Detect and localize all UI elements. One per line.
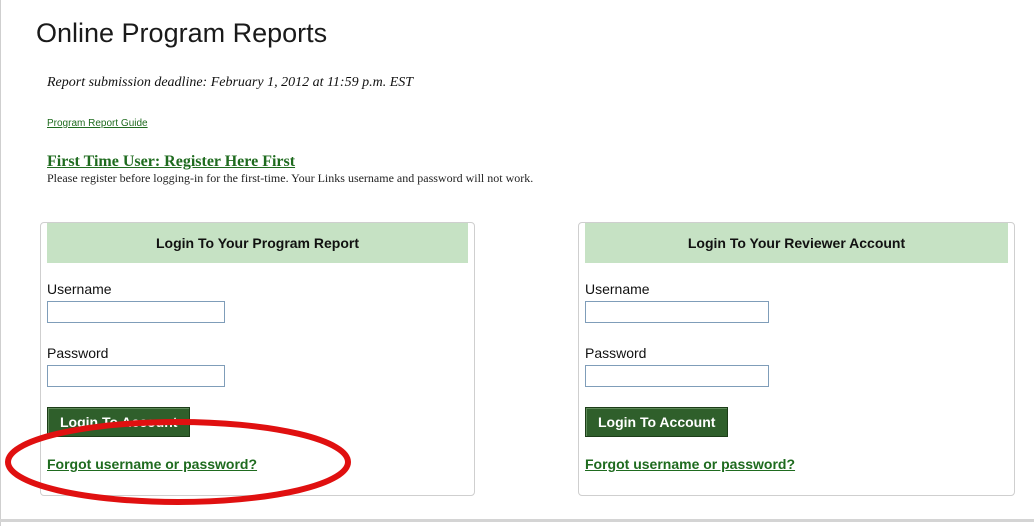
reviewer-login-button[interactable]: Login To Account xyxy=(585,407,729,437)
reviewer-username-label: Username xyxy=(585,281,650,297)
red-highlight-ellipse xyxy=(5,419,351,505)
register-link[interactable]: First Time User: Register Here First xyxy=(47,153,295,171)
reviewer-username-input[interactable] xyxy=(585,301,769,323)
reviewer-password-label: Password xyxy=(585,345,647,361)
program-username-input[interactable] xyxy=(47,301,225,323)
reviewer-forgot-password-link[interactable]: Forgot username or password? xyxy=(585,456,795,472)
page-bottom-divider xyxy=(0,519,1034,522)
reviewer-password-input[interactable] xyxy=(585,365,769,387)
page-title: Online Program Reports xyxy=(36,18,328,48)
program-username-label: Username xyxy=(47,281,112,297)
reviewer-login-panel: Login To Your Reviewer Account Username … xyxy=(578,222,1015,496)
program-password-input[interactable] xyxy=(47,365,225,387)
program-login-header: Login To Your Program Report xyxy=(47,223,468,263)
register-note: Please register before logging-in for th… xyxy=(47,171,534,185)
program-password-label: Password xyxy=(47,345,109,361)
submission-deadline: Report submission deadline: February 1, … xyxy=(47,75,414,90)
program-report-guide-link[interactable]: Program Report Guide xyxy=(47,118,148,129)
reviewer-login-header: Login To Your Reviewer Account xyxy=(585,223,1008,263)
